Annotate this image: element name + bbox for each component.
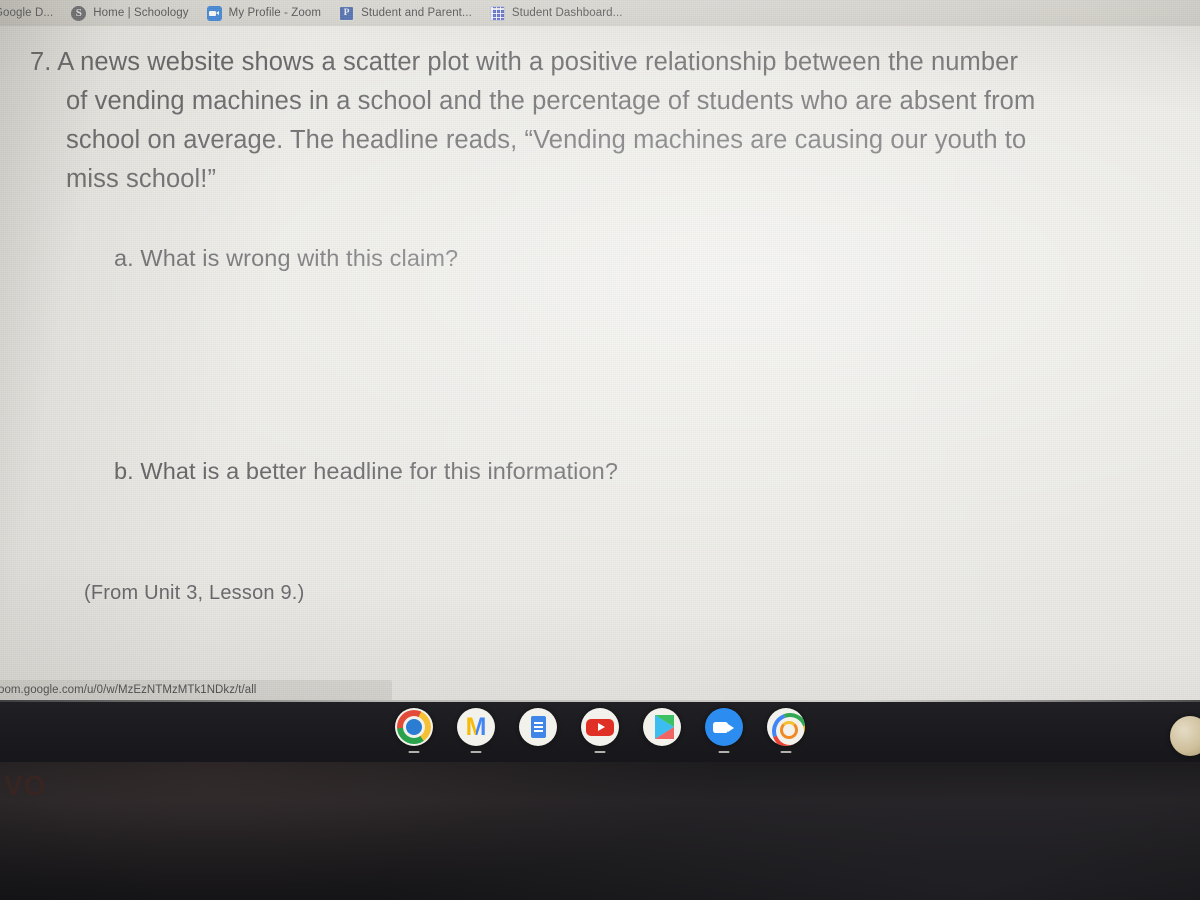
link-status-bar: oom.google.com/u/0/w/MzEzNTMzMTk1NDkz/t/… [0,680,392,700]
tab-student-dashboard[interactable]: Student Dashboard... [484,0,635,26]
tab-zoom-profile[interactable]: My Profile - Zoom [201,0,333,26]
tab-label: Student Dashboard... [511,7,623,19]
bezel-reflection [0,762,1200,900]
question-line-1: 7. A news website shows a scatter plot w… [30,48,1019,76]
zoom-app-icon[interactable] [705,708,743,746]
shelf-icon-row [0,708,1200,753]
question-7: 7. A news website shows a scatter plot w… [30,43,1175,199]
chrome-icon[interactable] [395,708,433,746]
tab-label: Student and Parent... [361,7,472,19]
source-reference: (From Unit 3, Lesson 9.) [84,582,305,604]
dashboard-grid-icon [489,5,505,21]
tab-label: Home | Schoology [93,7,189,19]
status-bar-url: oom.google.com/u/0/w/MzEzNTMzMTk1NDkz/t/… [0,684,257,696]
schoology-icon: S [71,5,87,21]
browser-window: Google D... S Home | Schoology My Profil… [0,0,1200,700]
tab-student-and-parent[interactable]: P Student and Parent... [333,0,484,26]
running-indicator [780,751,792,753]
google-docs-icon[interactable] [519,708,557,746]
shelf-item-chrome[interactable] [395,708,433,753]
shelf-item-play-store[interactable] [643,708,681,746]
browser-tab-strip: Google D... S Home | Schoology My Profil… [0,0,1200,26]
tab-label: My Profile - Zoom [228,7,322,19]
question-line-4: miss school!” [66,165,217,193]
device-brand-text: VO [4,770,47,801]
running-indicator [718,751,730,753]
photographed-chromebook-screen: Google D... S Home | Schoology My Profil… [0,0,1200,900]
device-bezel: VO [0,762,1200,900]
running-indicator [470,751,482,753]
play-store-icon[interactable] [643,708,681,746]
running-indicator [594,751,606,753]
shelf-item-gmail[interactable] [457,708,495,753]
tab-google-docs[interactable]: Google D... [0,0,65,26]
shelf-item-zoom[interactable] [705,708,743,753]
chromeos-shelf [0,700,1200,762]
tab-label: Google D... [0,7,54,19]
tab-schoology[interactable]: S Home | Schoology [65,0,200,26]
running-indicator [408,751,420,753]
sub-question-a: a. What is wrong with this claim? [114,245,459,271]
shelf-item-fitness[interactable] [767,708,805,753]
worksheet-page: 7. A news website shows a scatter plot w… [0,26,1200,700]
zoom-icon [206,5,222,21]
youtube-icon[interactable] [581,708,619,746]
question-line-2: of vending machines in a school and the … [66,87,1036,115]
sub-question-b: b. What is a better headline for this in… [114,458,618,484]
powerschool-icon: P [339,5,355,21]
shelf-item-youtube[interactable] [581,708,619,753]
shelf-item-docs[interactable] [519,708,557,746]
gmail-icon[interactable] [457,708,495,746]
fitness-rings-icon[interactable] [767,708,805,746]
question-line-3: school on average. The headline reads, “… [66,126,1027,154]
